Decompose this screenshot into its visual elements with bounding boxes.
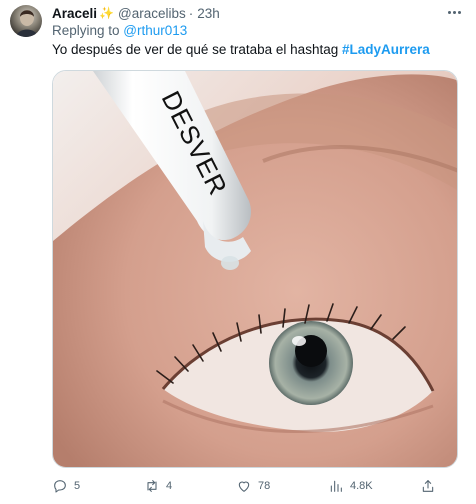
tweet-text: Yo después de ver de qué se trataba el h… bbox=[52, 42, 430, 57]
display-name[interactable]: Araceli bbox=[52, 6, 97, 21]
sparkle-emoji: ✨ bbox=[99, 6, 114, 20]
hashtag-link[interactable]: #LadyAurrera bbox=[342, 42, 430, 57]
avatar[interactable] bbox=[10, 5, 42, 37]
like-button[interactable]: 78 bbox=[236, 476, 270, 496]
views-chart-icon bbox=[330, 480, 342, 492]
share-icon bbox=[422, 480, 434, 492]
eye-drop-photo: DESVER bbox=[53, 71, 457, 467]
avatar-photo bbox=[16, 10, 38, 37]
view-count: 4.8K bbox=[350, 480, 373, 492]
tweet-card[interactable]: Araceli ✨ @aracelibs · 23h Replying to @… bbox=[0, 0, 476, 504]
action-bar: 5 4 78 4.8K bbox=[52, 476, 462, 496]
tweet-image[interactable]: DESVER bbox=[52, 70, 458, 468]
reply-icon bbox=[54, 480, 66, 493]
separator-dot: · bbox=[188, 5, 194, 21]
user-handle[interactable]: @aracelibs bbox=[118, 6, 186, 21]
share-button[interactable] bbox=[420, 476, 436, 496]
replying-to-label: Replying to bbox=[52, 23, 124, 38]
like-count: 78 bbox=[258, 480, 271, 492]
replying-to: Replying to @rthur013 bbox=[52, 23, 187, 38]
tweet-body: Yo después de ver de qué se trataba el h… bbox=[52, 42, 342, 57]
more-options-icon[interactable] bbox=[444, 4, 464, 20]
reply-button[interactable]: 5 bbox=[52, 476, 80, 496]
retweet-icon bbox=[147, 480, 157, 492]
timestamp[interactable]: 23h bbox=[197, 6, 220, 21]
heart-icon bbox=[238, 481, 250, 492]
reply-to-handle[interactable]: @rthur013 bbox=[123, 23, 187, 38]
retweet-count: 4 bbox=[166, 480, 173, 492]
retweet-button[interactable]: 4 bbox=[144, 476, 172, 496]
reply-count: 5 bbox=[74, 480, 81, 492]
tweet-header: Araceli ✨ @aracelibs · 23h bbox=[52, 4, 220, 22]
views-button[interactable]: 4.8K bbox=[328, 476, 373, 496]
